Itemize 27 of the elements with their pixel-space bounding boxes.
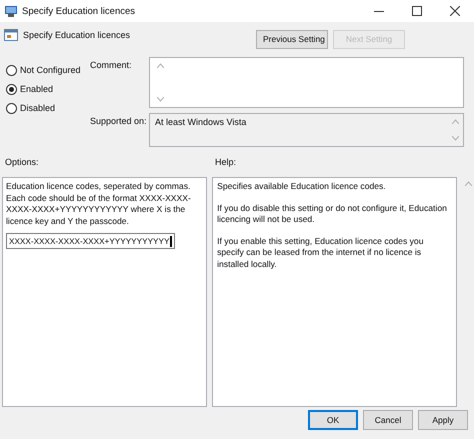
help-paragraph: If you enable this setting, Education licence codes you specify can be leased from the internet if no licence is installed locally. <box>217 236 424 270</box>
radio-label[interactable]: Not Configured <box>20 65 81 75</box>
radio-label[interactable]: Enabled <box>20 84 54 94</box>
cancel-button[interactable]: Cancel <box>363 410 413 430</box>
radio-label[interactable]: Disabled <box>20 103 56 113</box>
help-paragraph: If you do disable this setting or do not configure it, Education licencing will not be used. <box>217 202 448 226</box>
licence-code-field[interactable]: XXXX-XXXX-XXXX-XXXX+YYYYYYYYYYY <box>6 233 176 249</box>
options-description: Education licence codes, seperated by commas. Each code should be of the format XXXX-XXXX-XXXX-XXXX+YYYYYYYYYYYY where X is the licence key and Y the passcode. <box>6 181 192 227</box>
policy-icon <box>4 29 18 41</box>
maximize-icon[interactable] <box>412 6 422 16</box>
radio-button[interactable] <box>6 84 17 94</box>
comment-label: Comment: <box>90 59 133 72</box>
close-icon[interactable] <box>450 6 460 16</box>
previous-setting-button[interactable]: Previous Setting <box>256 30 328 48</box>
help-label: Help: <box>215 157 236 169</box>
ok-button[interactable]: OK <box>308 410 358 430</box>
supported-on-label: Supported on: <box>90 115 148 128</box>
comment-field[interactable] <box>149 57 464 108</box>
window-title: Specify Education licences <box>22 6 136 16</box>
help-paragraph: Specifies available Education licence codes. <box>217 181 387 192</box>
setting-title: Specify Education licences <box>23 30 130 40</box>
radio-button[interactable] <box>6 102 17 114</box>
app-icon <box>5 6 17 16</box>
radio-button[interactable] <box>6 64 17 76</box>
options-label: Options: <box>4 157 40 169</box>
apply-button[interactable]: Apply <box>418 410 468 430</box>
supported-on-value: At least Windows Vista <box>155 117 246 129</box>
